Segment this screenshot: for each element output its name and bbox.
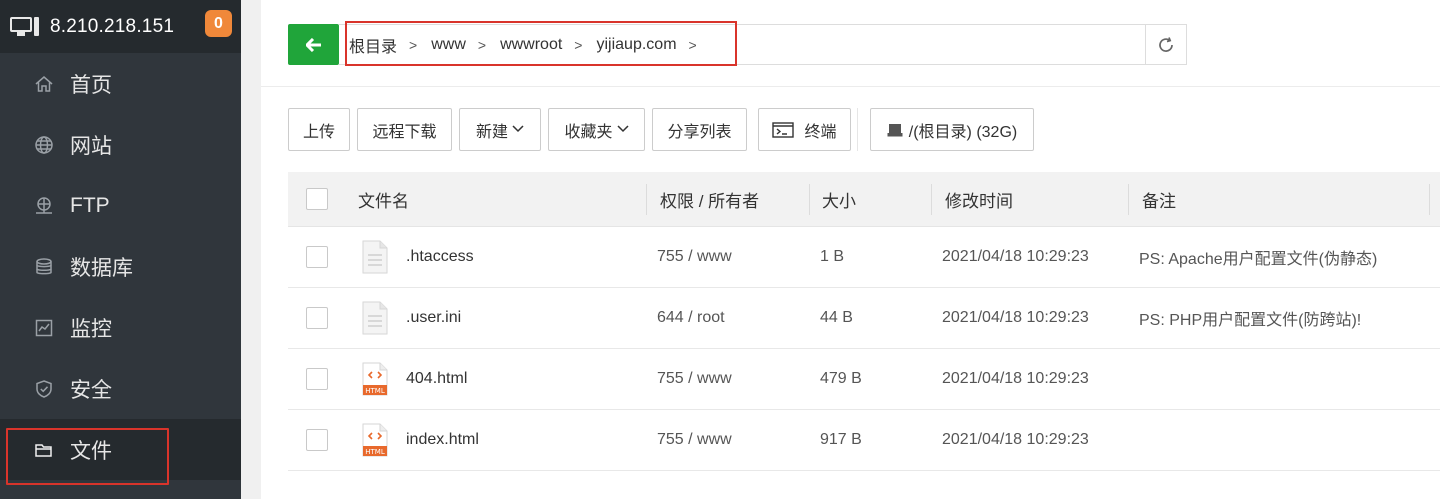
globe-icon <box>34 135 54 155</box>
sidebar-item-label: 首页 <box>70 73 112 97</box>
sidebar-item-security[interactable]: 安全 <box>0 358 241 419</box>
arrow-left-icon <box>305 37 321 52</box>
refresh-button[interactable] <box>1145 25 1186 64</box>
sidebar-item-website[interactable]: 网站 <box>0 114 241 175</box>
column-header-note[interactable]: 备注 <box>1142 172 1176 226</box>
file-permission[interactable]: 644 / root <box>657 288 725 348</box>
sidebar-item-label: FTP <box>70 193 110 217</box>
file-name[interactable]: index.html <box>406 410 479 470</box>
toolbar-divider <box>857 108 858 151</box>
svg-text:HTML: HTML <box>365 448 385 456</box>
sidebar-item-database[interactable]: 数据库 <box>0 236 241 297</box>
chevron-right-icon: > <box>409 36 418 53</box>
table-row[interactable]: HTML index.html 755 / www 917 B 2021/04/… <box>288 410 1440 471</box>
upload-button[interactable]: 上传 <box>288 108 350 151</box>
file-modified: 2021/04/18 10:29:23 <box>942 370 1089 387</box>
file-name[interactable]: .user.ini <box>406 288 461 348</box>
file-modified: 2021/04/18 10:29:23 <box>942 431 1089 448</box>
file-permission[interactable]: 755 / www <box>657 410 732 470</box>
file-size: 917 B <box>820 431 862 448</box>
database-icon <box>34 257 54 277</box>
sidebar-item-files[interactable]: 文件 <box>0 419 241 480</box>
file-modified: 2021/04/18 10:29:23 <box>942 309 1089 326</box>
html-file-icon: HTML <box>362 362 388 396</box>
row-checkbox[interactable] <box>306 429 328 451</box>
home-icon <box>34 74 54 94</box>
back-button[interactable] <box>288 24 339 65</box>
row-checkbox[interactable] <box>306 246 328 268</box>
row-checkbox[interactable] <box>306 368 328 390</box>
sidebar-item-label: 网站 <box>70 134 112 158</box>
breadcrumb-item[interactable]: yijiaup.com <box>596 36 676 54</box>
ftp-icon <box>34 196 54 216</box>
breadcrumb: 根目录 > www > wwwroot > yijiaup.com > <box>349 25 711 64</box>
file-permission[interactable]: 755 / www <box>657 349 732 409</box>
text-file-icon <box>362 301 388 335</box>
remote-download-button[interactable]: 远程下载 <box>357 108 452 151</box>
table-row[interactable]: .htaccess 755 / www 1 B 2021/04/18 10:29… <box>288 227 1440 288</box>
server-icon <box>10 16 39 37</box>
html-file-icon: HTML <box>362 423 388 457</box>
file-modified: 2021/04/18 10:29:23 <box>942 248 1089 265</box>
file-table-header: 文件名 权限 / 所有者 大小 修改时间 备注 <box>288 172 1440 227</box>
file-manager: 根目录 > www > wwwroot > yijiaup.com > 上传 远… <box>261 0 1440 499</box>
file-permission[interactable]: 755 / www <box>657 227 732 287</box>
folder-icon <box>34 440 54 460</box>
column-header-permission[interactable]: 权限 / 所有者 <box>660 172 759 226</box>
column-header-size[interactable]: 大小 <box>822 172 856 226</box>
path-bar[interactable]: 根目录 > www > wwwroot > yijiaup.com > <box>339 24 1187 65</box>
chevron-right-icon: > <box>688 36 697 53</box>
svg-text:HTML: HTML <box>365 387 385 395</box>
server-header[interactable]: 8.210.218.151 0 <box>0 0 241 53</box>
breadcrumb-item[interactable]: www <box>431 36 466 54</box>
select-all-checkbox[interactable] <box>306 188 328 210</box>
sidebar-item-label: 监控 <box>70 317 112 341</box>
text-file-icon <box>362 240 388 274</box>
chevron-right-icon: > <box>477 36 487 53</box>
sidebar: 8.210.218.151 0 首页 网站 FTP 数据库 监控 安全 文件 <box>0 0 241 499</box>
chevron-down-icon <box>616 124 629 136</box>
table-row[interactable]: .user.ini 644 / root 44 B 2021/04/18 10:… <box>288 288 1440 349</box>
sidebar-nav: 首页 网站 FTP 数据库 监控 安全 文件 <box>0 53 241 480</box>
sidebar-item-ftp[interactable]: FTP <box>0 175 241 236</box>
disk-icon <box>887 123 903 137</box>
new-button[interactable]: 新建 <box>459 108 541 151</box>
file-note[interactable]: PS: Apache用户配置文件(伪静态) <box>1139 227 1377 287</box>
table-row[interactable]: HTML 404.html 755 / www 479 B 2021/04/18… <box>288 349 1440 410</box>
sidebar-item-home[interactable]: 首页 <box>0 53 241 114</box>
divider <box>261 86 1440 87</box>
chevron-down-icon <box>512 124 524 136</box>
favorites-button[interactable]: 收藏夹 <box>548 108 645 151</box>
sidebar-item-monitor[interactable]: 监控 <box>0 297 241 358</box>
breadcrumb-item[interactable]: 根目录 <box>349 33 397 57</box>
terminal-icon <box>772 121 795 138</box>
column-header-name[interactable]: 文件名 <box>358 172 409 226</box>
breadcrumb-item[interactable]: wwwroot <box>500 36 562 54</box>
file-size: 44 B <box>820 309 853 326</box>
file-note[interactable]: PS: PHP用户配置文件(防跨站)! <box>1139 288 1361 348</box>
file-size: 1 B <box>820 248 845 265</box>
terminal-button[interactable]: 终端 <box>758 108 851 151</box>
file-name[interactable]: 404.html <box>406 349 467 409</box>
share-list-button[interactable]: 分享列表 <box>652 108 747 151</box>
column-header-modified[interactable]: 修改时间 <box>945 172 1013 226</box>
shield-icon <box>34 379 54 399</box>
file-size: 479 B <box>820 370 862 387</box>
server-ip: 8.210.218.151 <box>50 15 175 37</box>
chevron-right-icon: > <box>574 36 583 53</box>
sidebar-item-label: 安全 <box>70 378 112 402</box>
file-name[interactable]: .htaccess <box>406 227 474 287</box>
disk-button[interactable]: /(根目录) (32G) <box>870 108 1034 151</box>
notification-badge[interactable]: 0 <box>205 10 232 37</box>
sidebar-item-label: 文件 <box>70 439 112 463</box>
refresh-icon <box>1159 36 1173 52</box>
monitor-icon <box>34 318 54 338</box>
row-checkbox[interactable] <box>306 307 328 329</box>
sidebar-item-label: 数据库 <box>70 256 133 280</box>
